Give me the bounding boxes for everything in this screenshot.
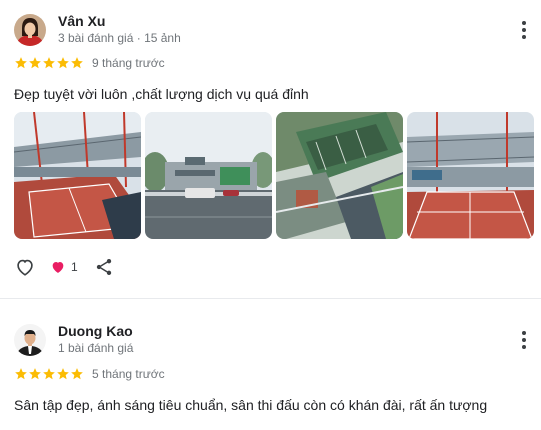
dot-icon xyxy=(522,35,526,39)
reviewer-meta: 3 bài đánh giá · 15 ảnh xyxy=(58,31,181,45)
heart-filled-icon xyxy=(52,262,64,273)
star-icon xyxy=(15,368,27,380)
star-icon xyxy=(43,57,55,69)
rating-row: 9 tháng trước xyxy=(14,56,165,70)
share-button[interactable] xyxy=(94,256,114,278)
review-photo[interactable] xyxy=(14,112,141,239)
review-card: Duong Kao 1 bài đánh giá 5 tháng trước S… xyxy=(0,299,541,430)
dot-icon xyxy=(522,21,526,25)
star-icon xyxy=(43,368,55,380)
reviewer-meta: 1 bài đánh giá xyxy=(58,341,134,355)
star-icon xyxy=(71,368,83,380)
review-date: 9 tháng trước xyxy=(92,56,165,70)
dot-icon xyxy=(522,331,526,335)
review-photos xyxy=(14,112,534,239)
star-icon xyxy=(15,57,27,69)
reaction-count-label: 1 xyxy=(71,260,78,274)
star-icon xyxy=(29,57,41,69)
reviewer-avatar[interactable] xyxy=(14,324,46,356)
share-icon xyxy=(96,259,112,275)
review-photo[interactable] xyxy=(145,112,272,239)
rating-row: 5 tháng trước xyxy=(14,367,165,381)
reviewer-name[interactable]: Vân Xu xyxy=(58,13,105,29)
dot-icon xyxy=(522,28,526,32)
star-icon xyxy=(29,368,41,380)
review-actions: 1 xyxy=(14,256,134,278)
star-icon xyxy=(57,368,69,380)
review-card: Vân Xu 3 bài đánh giá · 15 ảnh 9 tháng t… xyxy=(0,0,541,298)
review-text: Đẹp tuyệt vời luôn ,chất lượng dịch vụ q… xyxy=(14,86,309,102)
reviewer-avatar[interactable] xyxy=(14,14,46,46)
star-rating xyxy=(14,367,84,381)
star-icon xyxy=(71,57,83,69)
heart-outline-icon xyxy=(17,259,33,276)
review-date: 5 tháng trước xyxy=(92,367,165,381)
dot-icon xyxy=(522,345,526,349)
more-options-button[interactable] xyxy=(515,329,533,351)
dot-icon xyxy=(522,338,526,342)
review-text: Sân tập đẹp, ánh sáng tiêu chuẩn, sân th… xyxy=(14,397,488,413)
reaction-count[interactable]: 1 xyxy=(50,256,78,278)
star-rating xyxy=(14,56,84,70)
review-photo[interactable] xyxy=(407,112,534,239)
review-photo[interactable] xyxy=(276,112,403,239)
more-options-button[interactable] xyxy=(515,19,533,41)
reviewer-name[interactable]: Duong Kao xyxy=(58,323,133,339)
like-button[interactable] xyxy=(14,256,36,278)
star-icon xyxy=(57,57,69,69)
